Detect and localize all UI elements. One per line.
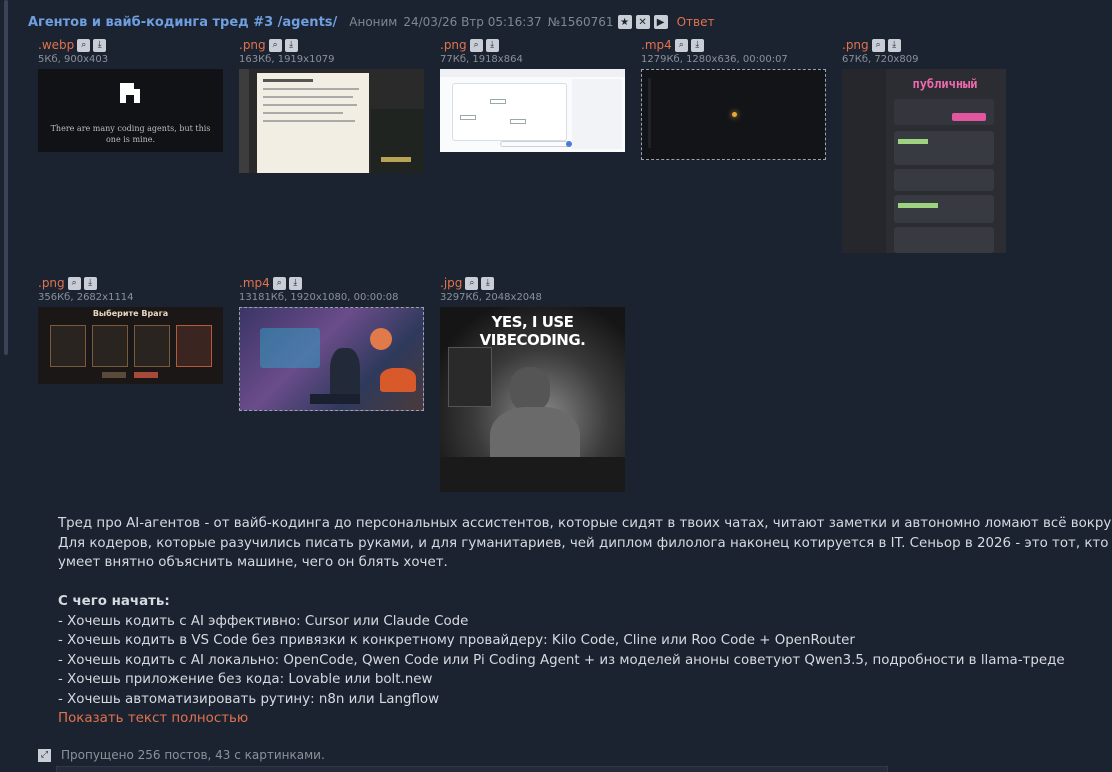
thumbnail[interactable] bbox=[440, 69, 625, 152]
list-item: - Хочешь кодить в VS Code без привязки к… bbox=[58, 633, 855, 648]
post-header: Агентов и вайб-кодинга тред #3 /agents/ … bbox=[28, 13, 714, 31]
attachment-7: .mp4 ⌕ ⤓ 13181Кб, 1920x1080, 00:00:08 bbox=[239, 276, 424, 411]
download-icon[interactable]: ⤓ bbox=[485, 38, 499, 52]
post-body: Тред про AI-агентов - от вайб-кодинга до… bbox=[58, 514, 1112, 729]
download-icon[interactable]: ⤓ bbox=[93, 38, 107, 52]
post-author: Аноним bbox=[349, 15, 398, 29]
attachment-3: .png ⌕ ⤓ 77Кб, 1918x864 bbox=[440, 38, 625, 152]
post-datetime: 24/03/26 Втр 05:16:37 bbox=[403, 15, 542, 29]
search-icon[interactable]: ⌕ bbox=[272, 276, 286, 290]
file-info: 163Кб, 1919x1079 bbox=[239, 54, 335, 65]
file-ext[interactable]: .png bbox=[440, 38, 467, 52]
file-info: 5Кб, 900x403 bbox=[38, 54, 109, 65]
attachment-6: .png ⌕ ⤓ 356Кб, 2682x1114 Выберите Врага bbox=[38, 276, 223, 384]
show-full-text-link[interactable]: Показать текст полностью bbox=[58, 709, 1108, 729]
file-ext[interactable]: .webp bbox=[38, 38, 74, 52]
thumb-caption: There are many coding agents, but this o… bbox=[50, 124, 211, 144]
omitted-posts: ⤢ Пропущено 256 постов, 43 с картинками. bbox=[38, 748, 325, 762]
thumbnail[interactable]: Выберите Врага bbox=[38, 307, 223, 384]
file-ext[interactable]: .mp4 bbox=[239, 276, 270, 290]
search-icon[interactable]: ⌕ bbox=[465, 276, 479, 290]
file-ext[interactable]: .jpg bbox=[440, 276, 462, 290]
file-ext[interactable]: .png bbox=[38, 276, 65, 290]
thumb-caption: публичный bbox=[912, 77, 978, 91]
file-ext[interactable]: .png bbox=[842, 38, 869, 52]
file-info: 13181Кб, 1920x1080, 00:00:08 bbox=[239, 292, 399, 303]
post-text-line: Тред про AI-агентов - от вайб-кодинга до… bbox=[58, 516, 1112, 531]
search-icon[interactable]: ⌕ bbox=[469, 38, 483, 52]
next-post-edge bbox=[56, 766, 888, 772]
video-thumbnail[interactable] bbox=[641, 69, 826, 160]
file-ext[interactable]: .png bbox=[239, 38, 266, 52]
expand-icon[interactable]: ⤢ bbox=[38, 748, 51, 762]
reply-link[interactable]: Ответ bbox=[677, 15, 715, 29]
thumb-caption: YES, I USE VIBECODING. bbox=[479, 313, 586, 349]
thread-left-rail bbox=[4, 0, 8, 355]
video-thumbnail[interactable] bbox=[239, 307, 424, 411]
list-item: - Хочешь кодить с AI локально: OpenCode,… bbox=[58, 652, 1065, 668]
list-item: - Хочешь приложение без кода: Lovable ил… bbox=[58, 672, 433, 687]
attachment-4: .mp4 ⌕ ⤓ 1279Кб, 1280x636, 00:00:07 bbox=[641, 38, 826, 160]
search-icon[interactable]: ⌕ bbox=[77, 38, 91, 52]
star-icon[interactable]: ★ bbox=[617, 15, 632, 29]
pi-logo-icon bbox=[120, 83, 140, 103]
file-info: 356Кб, 2682x1114 bbox=[38, 292, 134, 303]
search-icon[interactable]: ⌕ bbox=[67, 276, 81, 290]
thumbnail[interactable]: There are many coding agents, but this o… bbox=[38, 69, 223, 152]
attachment-2: .png ⌕ ⤓ 163Кб, 1919x1079 bbox=[239, 38, 424, 173]
attachment-1: .webp ⌕ ⤓ 5Кб, 900x403 There are many co… bbox=[38, 38, 223, 152]
attachment-8: .jpg ⌕ ⤓ 3297Кб, 2048x2048 YES, I USE VI… bbox=[440, 276, 625, 492]
file-info: 67Кб, 720x809 bbox=[842, 54, 919, 65]
close-icon[interactable]: ✕ bbox=[635, 15, 650, 29]
download-icon[interactable]: ⤓ bbox=[284, 38, 298, 52]
download-icon[interactable]: ⤓ bbox=[887, 38, 901, 52]
download-icon[interactable]: ⤓ bbox=[83, 276, 97, 290]
thumb-caption: Выберите Врага bbox=[92, 309, 169, 318]
thread-title[interactable]: Агентов и вайб-кодинга тред #3 /agents/ bbox=[28, 15, 337, 30]
thumbnail[interactable]: YES, I USE VIBECODING. bbox=[440, 307, 625, 492]
attachment-5: .png ⌕ ⤓ 67Кб, 720x809 публичный bbox=[842, 38, 1006, 253]
list-item: - Хочешь автоматизировать рутину: n8n ил… bbox=[58, 691, 440, 707]
file-info: 3297Кб, 2048x2048 bbox=[440, 292, 542, 303]
search-icon[interactable]: ⌕ bbox=[268, 38, 282, 52]
search-icon[interactable]: ⌕ bbox=[674, 38, 688, 52]
thumbnail[interactable] bbox=[239, 69, 424, 173]
omitted-text: Пропущено 256 постов, 43 с картинками. bbox=[61, 748, 325, 762]
section-heading: С чего начать: bbox=[58, 594, 170, 609]
search-icon[interactable]: ⌕ bbox=[871, 38, 885, 52]
file-info: 77Кб, 1918x864 bbox=[440, 54, 523, 65]
download-icon[interactable]: ⤓ bbox=[690, 38, 704, 52]
download-icon[interactable]: ⤓ bbox=[481, 276, 495, 290]
post-number[interactable]: №1560761 bbox=[548, 15, 614, 29]
download-icon[interactable]: ⤓ bbox=[288, 276, 302, 290]
play-icon[interactable]: ▶ bbox=[653, 15, 668, 29]
file-ext[interactable]: .mp4 bbox=[641, 38, 672, 52]
file-info: 1279Кб, 1280x636, 00:00:07 bbox=[641, 54, 788, 65]
thumbnail[interactable]: публичный bbox=[842, 69, 1006, 253]
post-text-line: умеет внятно объяснить машине, чего он б… bbox=[58, 555, 448, 570]
list-item: - Хочешь кодить с AI эффективно: Cursor … bbox=[58, 613, 469, 629]
post-text-line: Для кодеров, которые разучились писать р… bbox=[58, 535, 1109, 551]
